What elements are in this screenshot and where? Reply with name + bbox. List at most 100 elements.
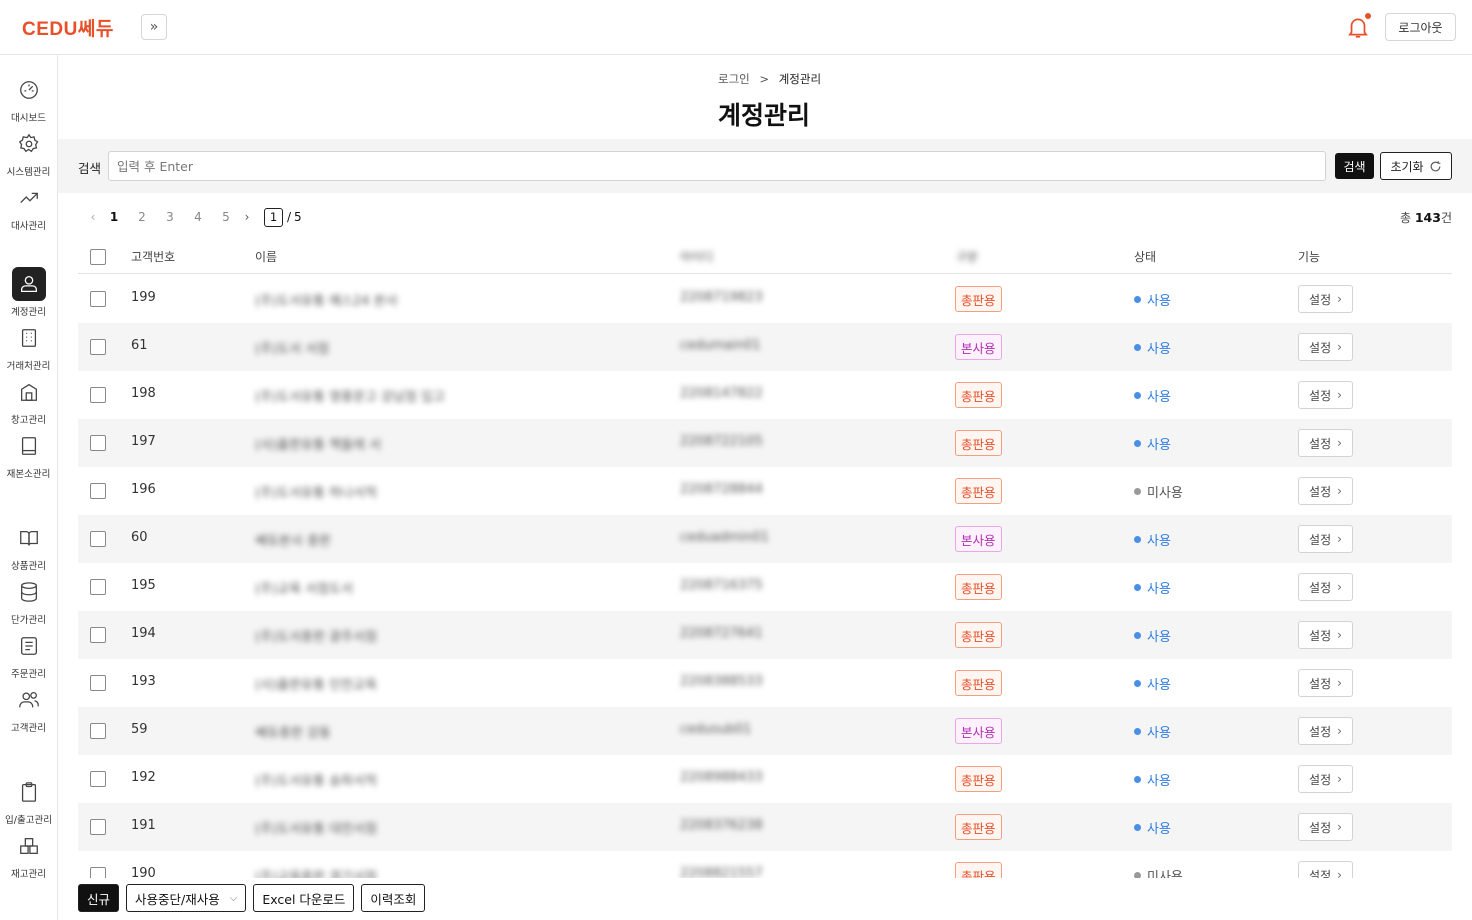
- row-id: ceduadmin01: [680, 530, 769, 545]
- sidebar-item-warehouse[interactable]: 창고관리: [0, 375, 57, 426]
- row-name: (주)도서 서점: [255, 342, 330, 357]
- settings-label: 설정: [1309, 676, 1332, 691]
- row-checkbox[interactable]: [90, 387, 106, 403]
- breadcrumb-root[interactable]: 로그인: [718, 72, 750, 86]
- status-label: 사용: [1147, 678, 1171, 693]
- sidebar-item-inout[interactable]: 입/출고관리: [0, 775, 57, 826]
- header-name[interactable]: 이름: [255, 248, 277, 265]
- sidebar-item-price[interactable]: 단가관리: [0, 575, 57, 626]
- search-input[interactable]: [108, 151, 1326, 181]
- settings-label: 설정: [1309, 868, 1332, 879]
- row-checkbox[interactable]: [90, 339, 106, 355]
- sidebar-item-account[interactable]: 계정관리: [0, 267, 57, 318]
- row-customer-no: 198: [131, 386, 156, 401]
- total-count-value: 143: [1414, 210, 1441, 225]
- status-indicator: 사용: [1134, 530, 1171, 549]
- sidebar-item-product[interactable]: 상품관리: [0, 521, 57, 572]
- header-type[interactable]: 구분: [956, 248, 978, 265]
- sidebar-item-order[interactable]: 주문관리: [0, 629, 57, 680]
- page-4[interactable]: 4: [184, 210, 212, 224]
- settings-button[interactable]: 설정 ›: [1298, 477, 1353, 505]
- settings-label: 설정: [1309, 772, 1332, 787]
- settings-button[interactable]: 설정 ›: [1298, 813, 1353, 841]
- row-name: (사)출판유통 책둘레 서: [255, 438, 382, 453]
- type-badge: 본사용: [955, 718, 1002, 744]
- cedu-logo[interactable]: CEDU쎄듀: [22, 14, 114, 41]
- settings-button[interactable]: 설정 ›: [1298, 429, 1353, 457]
- row-checkbox[interactable]: [90, 867, 106, 878]
- table-row[interactable]: 190 (주)교육총판 경기서점 2208821557 총판용 미사용 설정 ›: [78, 851, 1452, 878]
- header-status[interactable]: 상태: [1134, 248, 1156, 265]
- row-checkbox[interactable]: [90, 291, 106, 307]
- settings-button[interactable]: 설정 ›: [1298, 573, 1353, 601]
- row-id: 2208716375: [680, 578, 763, 593]
- refresh-icon: [1430, 160, 1440, 171]
- row-customer-no: 199: [131, 290, 156, 305]
- settings-button[interactable]: 설정 ›: [1298, 669, 1353, 697]
- settings-button[interactable]: 설정 ›: [1298, 333, 1353, 361]
- prev-page-icon[interactable]: ‹: [86, 210, 100, 224]
- expand-sidebar-button[interactable]: »: [141, 14, 167, 40]
- settings-label: 설정: [1309, 532, 1332, 547]
- settings-button[interactable]: 설정 ›: [1298, 381, 1353, 409]
- next-page-icon[interactable]: ›: [240, 210, 254, 224]
- table-row[interactable]: 61 (주)도서 서점 cedumain01 본사용 사용 설정 ›: [78, 323, 1452, 371]
- table-row[interactable]: 192 (주)도서유통 송파서적 2208988433 총판용 사용 설정 ›: [78, 755, 1452, 803]
- row-checkbox[interactable]: [90, 483, 106, 499]
- settings-button[interactable]: 설정 ›: [1298, 525, 1353, 553]
- sidebar-item-customer[interactable]: 고객관리: [0, 683, 57, 734]
- excel-download-button[interactable]: Excel 다운로드: [253, 884, 355, 912]
- table-row[interactable]: 199 (주)도서유통 예스24 본사 2208719823 총판용 사용 설정…: [78, 275, 1452, 323]
- settings-button[interactable]: 설정 ›: [1298, 765, 1353, 793]
- toggle-use-dropdown[interactable]: 사용중단/재사용 ⌵: [126, 884, 247, 912]
- logout-button[interactable]: 로그아웃: [1385, 13, 1456, 41]
- row-customer-no: 59: [131, 722, 148, 737]
- status-label: 사용: [1147, 774, 1171, 789]
- status-dot: [1134, 680, 1141, 687]
- header-customer-no[interactable]: 고객번호: [131, 248, 175, 265]
- table-row[interactable]: 197 (사)출판유통 책둘레 서 2208722105 총판용 사용 설정 ›: [78, 419, 1452, 467]
- sidebar-item-reconcile[interactable]: 대사관리: [0, 181, 57, 232]
- header-id[interactable]: 아이디: [680, 248, 713, 265]
- reset-button[interactable]: 초기화: [1380, 152, 1452, 180]
- table-row[interactable]: 198 (주)도서유통 영풍문고 강남점 입고 2208147822 총판용 사…: [78, 371, 1452, 419]
- type-badge: 총판용: [955, 862, 1002, 878]
- new-button[interactable]: 신규: [78, 884, 120, 912]
- page-1[interactable]: 1: [100, 210, 128, 224]
- sidebar-item-label: 대사관리: [11, 221, 46, 232]
- current-page-input[interactable]: 1: [264, 207, 283, 227]
- table-row[interactable]: 60 쎄듀본사 총판 ceduadmin01 본사용 사용 설정 ›: [78, 515, 1452, 563]
- row-checkbox[interactable]: [90, 627, 106, 643]
- row-checkbox[interactable]: [90, 531, 106, 547]
- history-button[interactable]: 이력조회: [361, 884, 426, 912]
- status-indicator: 사용: [1134, 626, 1171, 645]
- page-5[interactable]: 5: [212, 210, 240, 224]
- toggle-use-label: 사용중단/재사용: [135, 891, 220, 907]
- table-row[interactable]: 196 (주)도서유통 하나서적 2208728844 총판용 미사용 설정 ›: [78, 467, 1452, 515]
- settings-button[interactable]: 설정 ›: [1298, 861, 1353, 878]
- table-row[interactable]: 194 (주)도서총판 광주서점 2208727641 총판용 사용 설정 ›: [78, 611, 1452, 659]
- row-checkbox[interactable]: [90, 771, 106, 787]
- page-3[interactable]: 3: [156, 210, 184, 224]
- row-checkbox[interactable]: [90, 579, 106, 595]
- page-2[interactable]: 2: [128, 210, 156, 224]
- search-bar: 검색 검색 초기화: [58, 139, 1472, 193]
- sidebar-item-bindery[interactable]: 재본소관리: [0, 429, 57, 480]
- row-checkbox[interactable]: [90, 819, 106, 835]
- table-row[interactable]: 59 쎄듀총판 강동 cedusub01 본사용 사용 설정 ›: [78, 707, 1452, 755]
- row-id: 2208719823: [680, 290, 763, 305]
- table-row[interactable]: 191 (주)도서유통 대전서점 2208376238 총판용 사용 설정 ›: [78, 803, 1452, 851]
- row-checkbox[interactable]: [90, 435, 106, 451]
- search-button[interactable]: 검색: [1335, 153, 1374, 179]
- sidebar-item-vendor[interactable]: 거래처관리: [0, 321, 57, 372]
- settings-button[interactable]: 설정 ›: [1298, 621, 1353, 649]
- settings-button[interactable]: 설정 ›: [1298, 717, 1353, 745]
- table-row[interactable]: 195 (주)교육 서점도서 2208716375 총판용 사용 설정 ›: [78, 563, 1452, 611]
- row-checkbox[interactable]: [90, 723, 106, 739]
- settings-button[interactable]: 설정 ›: [1298, 285, 1353, 313]
- row-checkbox[interactable]: [90, 675, 106, 691]
- sidebar-item-system[interactable]: 시스템관리: [0, 127, 57, 178]
- table-row[interactable]: 193 (사)출판유통 인천교육 2208388533 총판용 사용 설정 ›: [78, 659, 1452, 707]
- sidebar-item-inventory[interactable]: 재고관리: [0, 829, 57, 880]
- select-all-checkbox[interactable]: [90, 249, 106, 265]
